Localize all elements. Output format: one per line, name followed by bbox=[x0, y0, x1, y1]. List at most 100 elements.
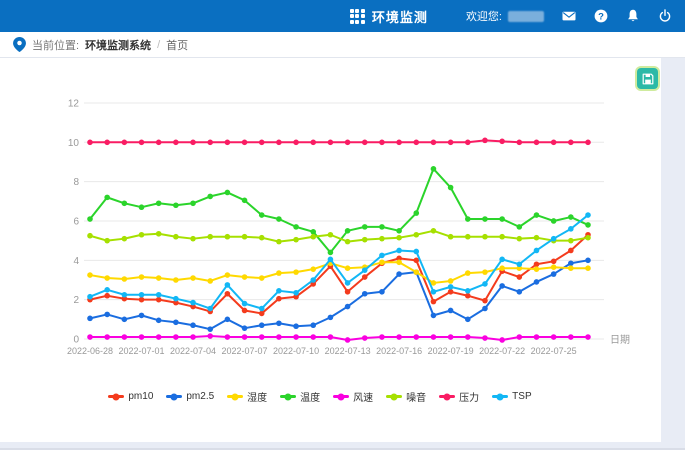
data-point[interactable] bbox=[276, 216, 282, 222]
data-point[interactable] bbox=[499, 265, 505, 271]
data-point[interactable] bbox=[345, 239, 351, 245]
data-point[interactable] bbox=[482, 335, 488, 341]
data-point[interactable] bbox=[156, 318, 162, 324]
data-point[interactable] bbox=[242, 334, 248, 340]
data-point[interactable] bbox=[242, 140, 248, 146]
data-point[interactable] bbox=[482, 269, 488, 275]
data-point[interactable] bbox=[242, 198, 248, 204]
data-point[interactable] bbox=[87, 140, 93, 146]
data-point[interactable] bbox=[293, 269, 299, 275]
data-point[interactable] bbox=[534, 279, 540, 285]
data-point[interactable] bbox=[345, 289, 351, 295]
data-point[interactable] bbox=[482, 216, 488, 222]
data-point[interactable] bbox=[328, 257, 334, 263]
data-point[interactable] bbox=[379, 140, 385, 146]
data-point[interactable] bbox=[259, 306, 265, 312]
data-point[interactable] bbox=[465, 234, 471, 240]
data-point[interactable] bbox=[207, 194, 213, 200]
power-icon[interactable] bbox=[656, 8, 673, 25]
data-point[interactable] bbox=[448, 140, 454, 146]
data-point[interactable] bbox=[568, 334, 574, 340]
data-point[interactable] bbox=[499, 257, 505, 263]
data-point[interactable] bbox=[431, 313, 437, 319]
data-point[interactable] bbox=[276, 334, 282, 340]
data-point[interactable] bbox=[585, 212, 591, 218]
data-point[interactable] bbox=[448, 334, 454, 340]
data-point[interactable] bbox=[173, 296, 179, 302]
data-point[interactable] bbox=[139, 292, 145, 298]
data-point[interactable] bbox=[568, 140, 574, 146]
data-point[interactable] bbox=[362, 267, 368, 273]
data-point[interactable] bbox=[122, 200, 128, 206]
app-logo[interactable]: 环境监测 bbox=[350, 7, 428, 26]
data-point[interactable] bbox=[139, 274, 145, 280]
data-point[interactable] bbox=[225, 272, 231, 278]
data-point[interactable] bbox=[396, 235, 402, 241]
data-point[interactable] bbox=[482, 306, 488, 312]
data-point[interactable] bbox=[190, 200, 196, 206]
data-point[interactable] bbox=[499, 139, 505, 145]
data-point[interactable] bbox=[122, 334, 128, 340]
data-point[interactable] bbox=[104, 195, 110, 201]
series-压力[interactable] bbox=[87, 138, 591, 146]
data-point[interactable] bbox=[310, 266, 316, 272]
data-point[interactable] bbox=[413, 210, 419, 216]
data-point[interactable] bbox=[190, 334, 196, 340]
data-point[interactable] bbox=[276, 320, 282, 326]
data-point[interactable] bbox=[122, 140, 128, 146]
data-point[interactable] bbox=[156, 231, 162, 237]
breadcrumb-root-link[interactable]: 环境监测系统 bbox=[85, 37, 151, 53]
data-point[interactable] bbox=[173, 277, 179, 283]
data-point[interactable] bbox=[139, 313, 145, 319]
data-point[interactable] bbox=[534, 266, 540, 272]
series-pm10[interactable] bbox=[87, 232, 591, 316]
data-point[interactable] bbox=[499, 283, 505, 289]
data-point[interactable] bbox=[328, 232, 334, 238]
data-point[interactable] bbox=[242, 274, 248, 280]
data-point[interactable] bbox=[293, 237, 299, 243]
data-point[interactable] bbox=[310, 140, 316, 146]
data-point[interactable] bbox=[551, 264, 557, 270]
data-point[interactable] bbox=[242, 325, 248, 331]
data-point[interactable] bbox=[362, 237, 368, 243]
data-point[interactable] bbox=[482, 234, 488, 240]
data-point[interactable] bbox=[225, 334, 231, 340]
help-icon[interactable]: ? bbox=[592, 8, 609, 25]
data-point[interactable] bbox=[448, 289, 454, 295]
data-point[interactable] bbox=[259, 235, 265, 241]
data-point[interactable] bbox=[465, 334, 471, 340]
data-point[interactable] bbox=[225, 291, 231, 297]
data-point[interactable] bbox=[517, 289, 523, 295]
data-point[interactable] bbox=[190, 275, 196, 281]
data-point[interactable] bbox=[156, 292, 162, 298]
data-point[interactable] bbox=[517, 140, 523, 146]
data-point[interactable] bbox=[396, 140, 402, 146]
data-point[interactable] bbox=[104, 287, 110, 293]
data-point[interactable] bbox=[190, 322, 196, 328]
data-point[interactable] bbox=[448, 284, 454, 290]
data-point[interactable] bbox=[293, 224, 299, 230]
data-point[interactable] bbox=[276, 270, 282, 276]
data-point[interactable] bbox=[517, 236, 523, 242]
data-point[interactable] bbox=[568, 238, 574, 244]
data-point[interactable] bbox=[448, 185, 454, 191]
data-point[interactable] bbox=[379, 259, 385, 265]
data-point[interactable] bbox=[225, 317, 231, 323]
data-point[interactable] bbox=[310, 229, 316, 235]
legend-item-pm2.5[interactable]: pm2.5 bbox=[166, 391, 214, 402]
data-point[interactable] bbox=[104, 238, 110, 244]
data-point[interactable] bbox=[517, 261, 523, 267]
data-point[interactable] bbox=[534, 334, 540, 340]
data-point[interactable] bbox=[207, 333, 213, 339]
data-point[interactable] bbox=[259, 322, 265, 328]
data-point[interactable] bbox=[139, 334, 145, 340]
data-point[interactable] bbox=[207, 326, 213, 332]
data-point[interactable] bbox=[517, 334, 523, 340]
data-point[interactable] bbox=[293, 140, 299, 146]
data-point[interactable] bbox=[517, 224, 523, 230]
data-point[interactable] bbox=[156, 275, 162, 281]
data-point[interactable] bbox=[104, 334, 110, 340]
data-point[interactable] bbox=[225, 140, 231, 146]
data-point[interactable] bbox=[534, 140, 540, 146]
data-point[interactable] bbox=[207, 140, 213, 146]
